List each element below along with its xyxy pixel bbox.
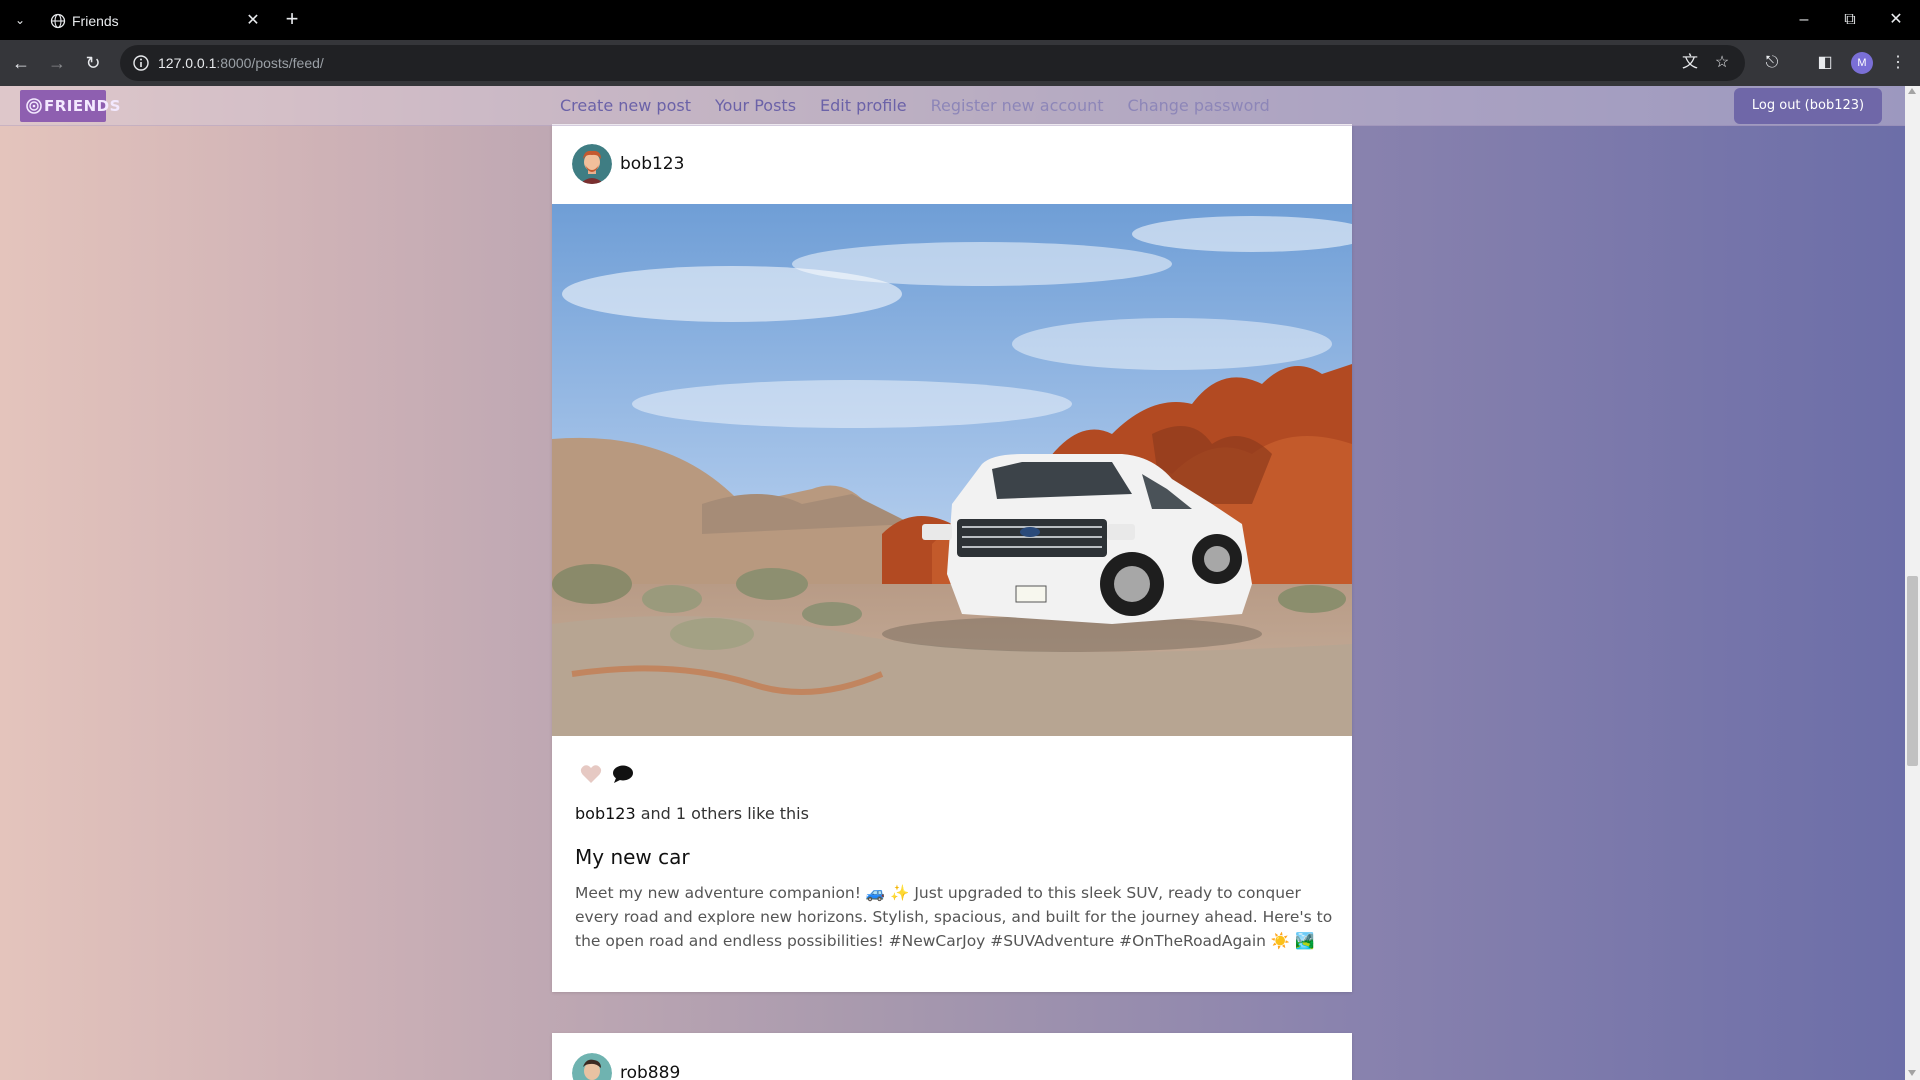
tab-title: Friends <box>72 13 119 29</box>
logout-button[interactable]: Log out (bob123) <box>1734 88 1882 124</box>
like-rest: and 1 others like this <box>635 804 809 823</box>
url-text: 127.0.0.1:8000/posts/feed/ <box>158 54 324 72</box>
new-tab-icon[interactable]: + <box>280 8 304 32</box>
url-host: 127.0.0.1 <box>158 55 217 71</box>
suv-desert-photo <box>552 204 1352 736</box>
bookmark-star-icon[interactable]: ☆ <box>1712 53 1732 73</box>
comment-icon[interactable] <box>612 764 634 784</box>
user-avatar-icon <box>572 144 612 184</box>
translate-icon[interactable]: 文 <box>1680 53 1700 73</box>
back-icon[interactable]: ← <box>6 48 36 78</box>
reload-icon[interactable]: ↻ <box>78 48 108 78</box>
nav-edit-profile[interactable]: Edit profile <box>820 95 907 117</box>
globe-icon <box>50 13 66 29</box>
nav-register-new-account[interactable]: Register new account <box>931 95 1104 117</box>
like-user[interactable]: bob123 <box>575 804 636 823</box>
swirl-logo-icon <box>26 98 42 114</box>
post-image <box>552 204 1352 736</box>
browser-tab[interactable]: Friends ✕ <box>40 5 272 40</box>
browser-toolbar: ← → ↻ 127.0.0.1:8000/posts/feed/ 文 ☆ ⎋ ◧… <box>0 40 1920 86</box>
close-window-icon[interactable]: ✕ <box>1878 6 1914 34</box>
post-username[interactable]: bob123 <box>620 154 684 174</box>
post-card: rob889 <box>552 1033 1352 1080</box>
avatar[interactable] <box>572 1053 612 1080</box>
nav-your-posts[interactable]: Your Posts <box>715 95 796 117</box>
post-actions <box>580 762 634 786</box>
url-path: :8000/posts/feed/ <box>216 55 324 71</box>
logo-text: FRIENDS <box>44 97 121 115</box>
minimize-icon[interactable]: – <box>1786 6 1822 34</box>
close-tab-icon[interactable]: ✕ <box>242 10 264 32</box>
like-summary: bob123 and 1 others like this <box>575 803 809 825</box>
side-panel-icon[interactable]: ◧ <box>1812 50 1838 76</box>
scrollbar-thumb[interactable] <box>1907 576 1918 766</box>
forward-icon[interactable]: → <box>42 48 72 78</box>
tab-search-icon[interactable]: ⌄ <box>10 10 30 30</box>
restore-icon[interactable]: ⧉ <box>1832 6 1868 34</box>
site-navbar: FRIENDS Create new post Your Posts Edit … <box>0 86 1905 126</box>
profile-avatar[interactable]: M <box>1851 52 1873 74</box>
menu-kebab-icon[interactable]: ⋮ <box>1885 50 1911 76</box>
post-body: Meet my new adventure companion! 🚙 ✨ Jus… <box>575 884 1333 950</box>
post-username[interactable]: rob889 <box>620 1063 680 1080</box>
post-header: bob123 <box>552 124 1352 204</box>
heart-icon[interactable] <box>580 764 602 784</box>
scroll-down-icon[interactable] <box>1908 1070 1916 1076</box>
scroll-up-icon[interactable] <box>1908 88 1916 94</box>
site-nav-links: Create new post Your Posts Edit profile … <box>560 95 1270 117</box>
nav-change-password[interactable]: Change password <box>1128 95 1270 117</box>
site-info-icon[interactable] <box>132 54 150 72</box>
avatar[interactable] <box>572 144 612 184</box>
post-header: rob889 <box>552 1033 1352 1080</box>
browser-tab-bar: ⌄ Friends ✕ + – ⧉ ✕ <box>0 0 1920 40</box>
site-logo[interactable]: FRIENDS <box>20 90 120 122</box>
nav-create-new-post[interactable]: Create new post <box>560 95 691 117</box>
post-title: My new car <box>575 845 690 869</box>
address-bar[interactable]: 127.0.0.1:8000/posts/feed/ 文 ☆ <box>120 45 1745 81</box>
extensions-icon[interactable]: ⎋ <box>1759 50 1785 76</box>
post-card: bob123 bob123 and 1 others like this My … <box>552 124 1352 992</box>
page-scrollbar[interactable] <box>1905 86 1920 1080</box>
page-viewport: bob123 bob123 and 1 others like this My … <box>0 86 1905 1080</box>
user-avatar-icon <box>572 1053 612 1080</box>
